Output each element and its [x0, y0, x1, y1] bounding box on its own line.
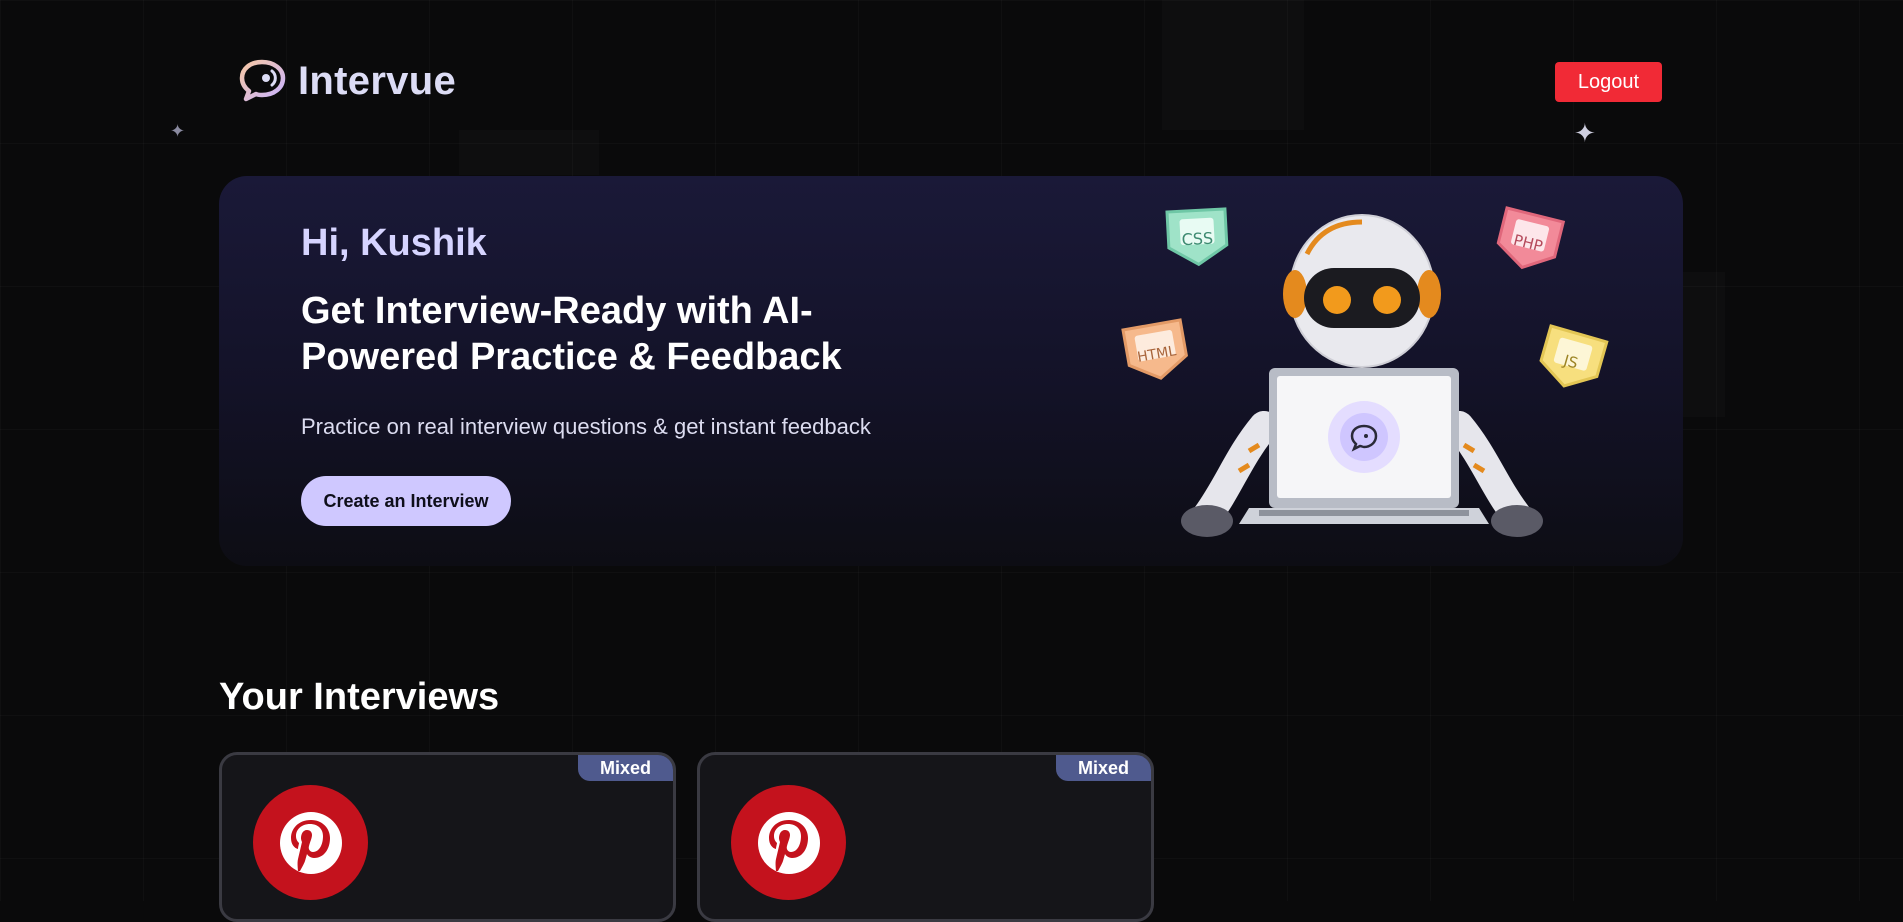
app-logo[interactable]: Intervue — [238, 58, 456, 104]
app-name: Intervue — [298, 59, 456, 104]
css-badge-icon: CSS — [1167, 209, 1228, 266]
js-badge-icon: JS — [1536, 326, 1607, 394]
robot-head — [1283, 215, 1441, 367]
pinterest-icon — [253, 785, 368, 900]
robot-laptop-illustration: CSS PHP HTML JS — [1089, 196, 1629, 566]
top-header: Intervue Logout — [0, 0, 1903, 165]
css-badge-label: CSS — [1181, 229, 1213, 250]
logout-button[interactable]: Logout — [1555, 62, 1662, 102]
chat-bubble-logo-icon — [238, 58, 288, 104]
interview-card[interactable]: Mixed — [219, 752, 676, 922]
user-greeting: Hi, Kushik — [301, 222, 487, 265]
html-badge-icon: HTML — [1123, 320, 1189, 383]
interview-card[interactable]: Mixed — [697, 752, 1154, 922]
create-interview-button[interactable]: Create an Interview — [301, 476, 511, 526]
hero-headline: Get Interview-Ready with AI-Powered Prac… — [301, 288, 941, 380]
pinterest-icon — [731, 785, 846, 900]
laptop — [1239, 368, 1489, 524]
background-block — [1683, 272, 1725, 417]
your-interviews-heading: Your Interviews — [219, 676, 499, 719]
hero-banner: Hi, Kushik Get Interview-Ready with AI-P… — [219, 176, 1683, 566]
hero-subtext: Practice on real interview questions & g… — [301, 414, 871, 440]
interview-type-badge: Mixed — [578, 755, 673, 781]
php-badge-icon: PHP — [1494, 208, 1563, 274]
interview-type-badge: Mixed — [1056, 755, 1151, 781]
